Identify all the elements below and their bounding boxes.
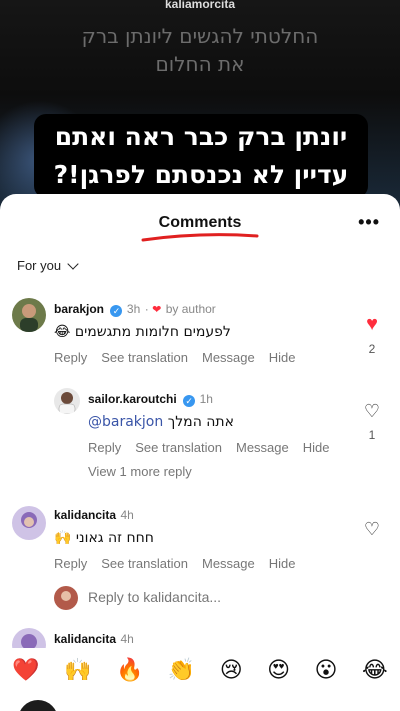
video-caption-line2: את החלום <box>155 52 245 76</box>
avatar-barakjon[interactable] <box>12 298 46 332</box>
comment-text: חחח זה גאוני <box>75 530 154 546</box>
comment-actions: Reply See translation Message Hide <box>54 556 295 571</box>
comments-sheet: Comments ••• For you barakjon ✓ 3h · ❤ b… <box>0 194 400 711</box>
red-underline-annotation <box>141 233 259 242</box>
video-caption-faded: החלטתי להגשים ליונתן ברק את החלום <box>0 22 400 78</box>
message-button[interactable]: Message <box>202 556 255 571</box>
like-count: 2 <box>368 342 376 356</box>
comment-text-row: @barakjon אתה המלך <box>88 414 329 430</box>
comment-text-row: 😂 לפעמים חלומות מתגשמים <box>54 324 295 340</box>
view-more-replies-button[interactable]: View 1 more reply <box>88 464 192 479</box>
comment-actions: Reply See translation Message Hide <box>54 350 295 365</box>
filter-dropdown[interactable]: For you <box>17 257 79 273</box>
video-headline: יונתן ברק כבר ראה ואתם עדיין לא נכנסתם ל… <box>34 114 368 198</box>
like-count: 1 <box>368 428 376 442</box>
see-translation-button[interactable]: See translation <box>135 440 222 455</box>
reply-button[interactable]: Reply <box>88 440 121 455</box>
avatar-current-user <box>54 586 78 610</box>
comment-sailor-karoutchi: sailor.karoutchi ✓ 1h @barakjon אתה המלך… <box>88 390 329 455</box>
reply-button[interactable]: Reply <box>54 350 87 365</box>
emoji-laughing-button[interactable]: 😂 <box>362 657 388 683</box>
comment-kalidancita: kalidancita 4h 🙌 חחח זה גאוני Reply See … <box>54 506 295 571</box>
emoji-reaction-bar: ❤️ 🙌 🔥 👏 😢 😍 😮 😂 <box>0 648 400 692</box>
liked-by-author-label: by author <box>165 302 216 316</box>
filter-label: For you <box>17 258 62 273</box>
emoji-heart-button[interactable]: ❤️ <box>12 657 39 683</box>
emoji-surprised-button[interactable]: 😮 <box>315 657 338 683</box>
emoji-heart-eyes-button[interactable]: 😍 <box>267 657 290 683</box>
hide-button[interactable]: Hide <box>303 440 330 455</box>
avatar-kalidancita[interactable] <box>12 506 46 540</box>
comment-username[interactable]: barakjon <box>54 302 104 316</box>
like-column: ♡ <box>360 520 384 538</box>
video-background: kaliamorcita החלטתי להגשים ליונתן ברק את… <box>0 0 400 210</box>
avatar-image <box>54 586 78 610</box>
hide-button[interactable]: Hide <box>269 556 296 571</box>
comment-time: 4h <box>120 632 134 646</box>
heart-outline-icon[interactable]: ♡ <box>360 402 384 420</box>
like-column: ♡ 1 <box>360 402 384 442</box>
comment-kalidancita-2: kalidancita 4h <box>54 630 134 648</box>
heart-outline-icon[interactable]: ♡ <box>360 520 384 538</box>
avatar-image <box>12 298 46 332</box>
like-column: ♥ 2 <box>360 314 384 356</box>
composer-avatar <box>18 700 58 711</box>
avatar-sailor-karoutchi[interactable] <box>54 388 80 414</box>
chevron-down-icon <box>67 257 79 270</box>
emoji-clap-button[interactable]: 👏 <box>168 657 195 683</box>
comment-text: לפעמים חלומות מתגשמים <box>74 324 231 340</box>
reply-button[interactable]: Reply <box>54 556 87 571</box>
headline-line1: יונתן ברק כבר ראה ואתם <box>54 122 348 151</box>
comment-emoji: 🙌 <box>54 530 72 546</box>
comment-username[interactable]: kalidancita <box>54 632 116 646</box>
comment-emoji: 😂 <box>54 324 71 340</box>
message-button[interactable]: Message <box>202 350 255 365</box>
heart-filled-icon[interactable]: ♥ <box>360 314 384 334</box>
see-translation-button[interactable]: See translation <box>101 556 188 571</box>
comment-time: 4h <box>120 508 134 522</box>
emoji-crying-button[interactable]: 😢 <box>220 657 243 683</box>
comment-time: 1h <box>199 392 213 406</box>
comment-text: אתה המלך <box>167 414 234 430</box>
emoji-fire-button[interactable]: 🔥 <box>116 657 143 683</box>
headline-line2: עדיין לא נכנסתם לפרגן!? <box>53 160 349 189</box>
see-translation-button[interactable]: See translation <box>101 350 188 365</box>
more-options-icon[interactable]: ••• <box>358 212 380 233</box>
verified-badge-icon: ✓ <box>110 305 123 317</box>
avatar-image <box>54 388 80 414</box>
comment-time: 3h <box>126 302 141 316</box>
video-caption-line1: החלטתי להגשים ליונתן ברק <box>81 24 319 48</box>
emoji-raised-hands-button[interactable]: 🙌 <box>64 657 91 683</box>
verified-badge-icon: ✓ <box>183 395 196 407</box>
message-button[interactable]: Message <box>236 440 289 455</box>
comment-barakjon: barakjon ✓ 3h · ❤ by author 😂 לפעמים חלו… <box>54 302 296 365</box>
video-username: kaliamorcita <box>164 0 236 11</box>
hide-button[interactable]: Hide <box>269 350 296 365</box>
author-heart-icon: ❤ <box>152 304 162 316</box>
avatar-image <box>12 506 46 540</box>
comment-username[interactable]: sailor.karoutchi <box>88 392 177 406</box>
reply-input-placeholder[interactable]: Reply to kalidancita... <box>88 589 221 605</box>
comment-text-row: 🙌 חחח זה גאוני <box>54 530 295 546</box>
comment-username[interactable]: kalidancita <box>54 508 116 522</box>
comment-actions: Reply See translation Message Hide <box>88 440 329 455</box>
mention-link[interactable]: @barakjon <box>88 414 163 430</box>
